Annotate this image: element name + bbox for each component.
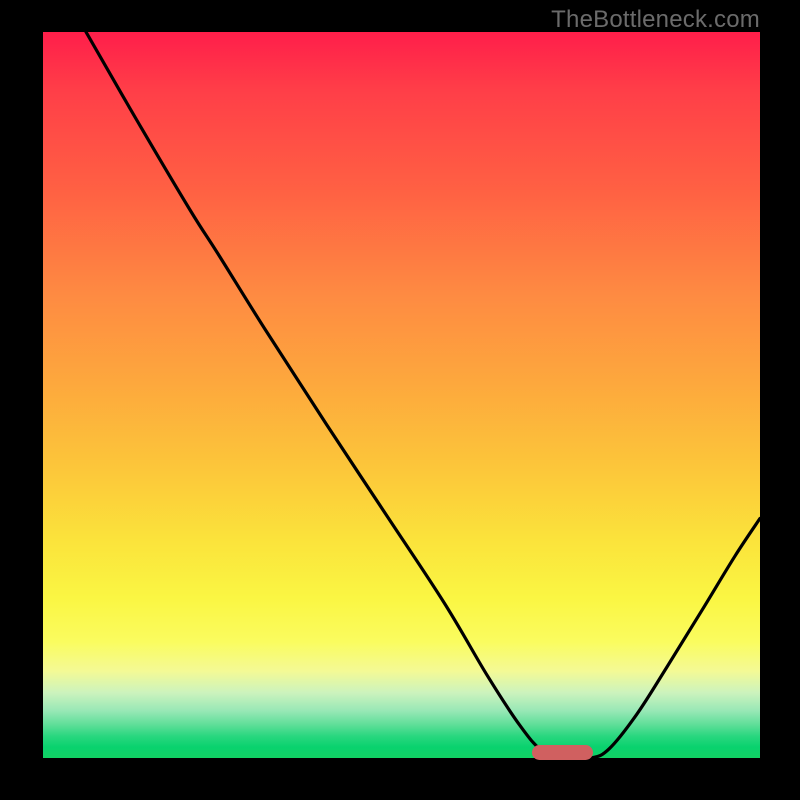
chart-minimum-marker xyxy=(532,745,593,760)
watermark-label: TheBottleneck.com xyxy=(551,6,760,34)
chart-curve xyxy=(43,32,760,758)
chart-plot-area xyxy=(43,32,760,758)
